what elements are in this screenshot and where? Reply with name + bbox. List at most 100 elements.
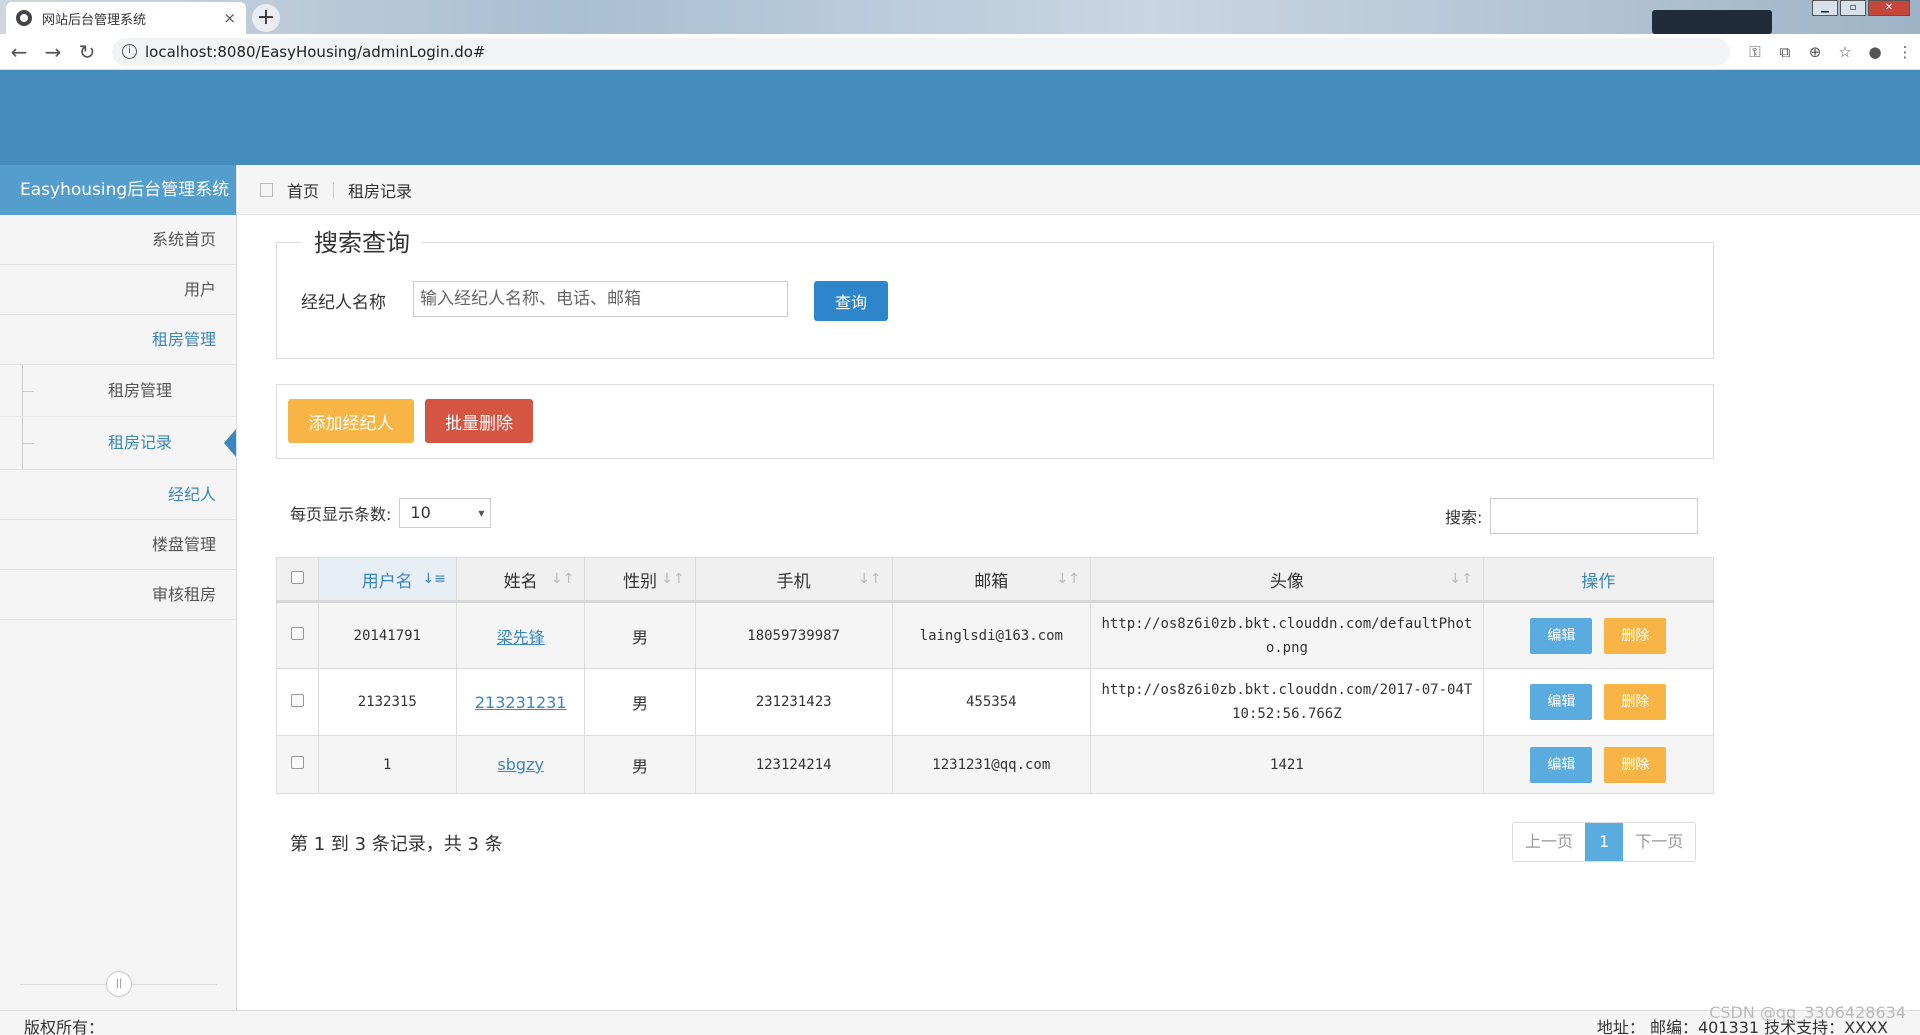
row-checkbox[interactable] (290, 627, 304, 640)
menu-icon[interactable]: ⋮ (1890, 43, 1920, 61)
cell-phone: 123124214 (694, 735, 893, 794)
sort-icon: ↓↑ (661, 571, 685, 587)
sidebar-item-home[interactable]: 系统首页 (0, 215, 236, 265)
record-count-info: 第 1 到 3 条记录，共 3 条 (290, 834, 503, 855)
column-name[interactable]: 姓名 ↓↑ (455, 557, 586, 603)
page-size-control: 每页显示条数: 10 (290, 498, 492, 528)
main-content: 搜索查询 经纪人名称 查询 添加经纪人 批量删除 每页显示条数: 10 搜索: … (238, 215, 1920, 1010)
delete-button[interactable]: 删除 (1604, 684, 1667, 720)
row-checkbox[interactable] (290, 693, 304, 707)
forward-icon[interactable]: → (38, 37, 68, 67)
back-icon[interactable]: ← (4, 37, 34, 67)
collapse-toggle-icon[interactable]: || (106, 971, 132, 997)
cell-photo: http://os8z6i0zb.bkt.clouddn.com/default… (1089, 601, 1484, 669)
sidebar-item-audit-rentals[interactable]: 审核租房 (0, 570, 236, 620)
url-text[interactable]: localhost:8080/EasyHousing/adminLogin.do… (145, 43, 486, 61)
column-gender-label: 性别 (623, 571, 658, 592)
select-all-checkbox[interactable] (290, 571, 304, 584)
pagination: 上一页 1 下一页 (1512, 822, 1697, 862)
table-row: 1 sbgzy 男 123124214 1231231@qq.com 1421 … (276, 735, 1715, 794)
row-checkbox[interactable] (290, 756, 304, 769)
cell-name-link[interactable]: 梁先锋 (497, 628, 545, 647)
column-photo[interactable]: 头像 ↓↑ (1089, 557, 1484, 603)
column-email[interactable]: 邮箱 ↓↑ (891, 557, 1091, 603)
table-row: 2132315 213231231 男 231231423 455354 htt… (276, 668, 1715, 736)
sidebar-brand: Easyhousing后台管理系统 (0, 165, 236, 215)
table-search-control: 搜索: (1445, 498, 1699, 534)
table-search-input[interactable] (1490, 498, 1699, 534)
next-page-button[interactable]: 下一页 (1623, 823, 1696, 861)
sidebar: Easyhousing后台管理系统 系统首页 用户 租房管理 租房管理 租房记录… (0, 165, 237, 1010)
page-size-select[interactable]: 10 (399, 498, 492, 528)
sidebar-item-buildings[interactable]: 楼盘管理 (0, 520, 236, 570)
cell-username: 1 (317, 735, 457, 794)
background-thumbnail (1652, 10, 1772, 34)
cell-email: 455354 (891, 668, 1091, 736)
batch-delete-button[interactable]: 批量删除 (425, 399, 533, 443)
cell-name-link[interactable]: sbgzy (497, 755, 544, 774)
column-photo-label: 头像 (1269, 571, 1304, 592)
star-icon[interactable]: ☆ (1830, 43, 1860, 61)
table-row: 20141791 梁先锋 男 18059739987 lainglsdi@163… (276, 601, 1715, 669)
query-button[interactable]: 查询 (814, 281, 888, 321)
agent-search-input[interactable] (413, 281, 788, 317)
sidebar-subitem-rental-management[interactable]: 租房管理 (0, 365, 236, 417)
footer-copyright: 版权所有： (24, 1018, 105, 1035)
prev-page-button[interactable]: 上一页 (1513, 823, 1586, 861)
delete-button[interactable]: 删除 (1604, 746, 1667, 783)
footer: 版权所有： 地址： 邮编：401331 技术支持：XXXX (0, 1010, 1920, 1035)
column-username-label: 用户名 (361, 571, 413, 592)
column-email-label: 邮箱 (974, 571, 1009, 592)
reload-icon[interactable]: ↻ (72, 37, 102, 67)
edit-button[interactable]: 编辑 (1530, 746, 1593, 783)
sort-icon: ↓↑ (1449, 571, 1473, 587)
window-controls: ▁ ▫ ✕ (1810, 0, 1910, 16)
column-name-label: 姓名 (503, 571, 538, 592)
translate-icon[interactable]: ⧉ (1770, 43, 1800, 61)
actions-panel: 添加经纪人 批量删除 (276, 384, 1714, 459)
cell-photo: http://os8z6i0zb.bkt.clouddn.com/2017-07… (1089, 668, 1484, 736)
select-all-header[interactable] (276, 557, 319, 603)
browser-tab-strip: 网站后台管理系统 × + ▁ ▫ ✕ (0, 0, 1920, 34)
cell-name-link[interactable]: 213231231 (475, 693, 567, 712)
key-icon[interactable]: ⚿ (1740, 43, 1770, 61)
column-gender[interactable]: 性别 ↓↑ (584, 557, 696, 603)
cell-gender: 男 (584, 735, 696, 794)
new-tab-button[interactable]: + (252, 4, 280, 32)
cell-gender: 男 (584, 601, 696, 669)
zoom-icon[interactable]: ⊕ (1800, 43, 1830, 61)
tab-title: 网站后台管理系统 (42, 12, 147, 28)
breadcrumb-home[interactable]: 首页 (287, 178, 319, 202)
close-window-button[interactable]: ✕ (1868, 0, 1910, 16)
column-phone[interactable]: 手机 ↓↑ (694, 557, 893, 603)
tab-close-icon[interactable]: × (223, 9, 236, 27)
minimize-button[interactable]: ▁ (1812, 0, 1838, 16)
page-size-label: 每页显示条数: (290, 505, 392, 524)
column-username[interactable]: 用户名 ↓≡ (317, 557, 457, 603)
sidebar-submenu: 租房管理 租房记录 (0, 365, 236, 470)
edit-button[interactable]: 编辑 (1530, 684, 1593, 720)
browser-tab[interactable]: 网站后台管理系统 × (6, 2, 246, 34)
maximize-button[interactable]: ▫ (1840, 0, 1866, 16)
globe-icon (16, 10, 32, 26)
profile-icon[interactable]: ● (1860, 43, 1890, 61)
cell-phone: 18059739987 (694, 601, 893, 669)
delete-button[interactable]: 删除 (1604, 617, 1667, 654)
sort-desc-icon: ↓≡ (422, 571, 446, 587)
sidebar-item-rental-management[interactable]: 租房管理 (0, 315, 236, 365)
sidebar-item-users[interactable]: 用户 (0, 265, 236, 315)
search-panel: 搜索查询 经纪人名称 查询 (276, 223, 1714, 359)
sidebar-subitem-rental-records[interactable]: 租房记录 (0, 417, 236, 469)
search-legend: 搜索查询 (302, 223, 422, 258)
address-bar[interactable]: i localhost:8080/EasyHousing/adminLogin.… (112, 37, 1730, 66)
sidebar-item-agents[interactable]: 经纪人 (0, 470, 236, 520)
add-agent-button[interactable]: 添加经纪人 (288, 399, 414, 443)
home-icon (260, 182, 273, 197)
column-actions-label: 操作 (1581, 571, 1616, 592)
sidebar-collapse-divider: || (20, 971, 217, 997)
page-1-button[interactable]: 1 (1585, 823, 1624, 861)
edit-button[interactable]: 编辑 (1530, 617, 1593, 654)
cell-username: 2132315 (317, 668, 457, 736)
info-icon[interactable]: i (122, 44, 137, 59)
cell-photo: 1421 (1089, 735, 1484, 794)
